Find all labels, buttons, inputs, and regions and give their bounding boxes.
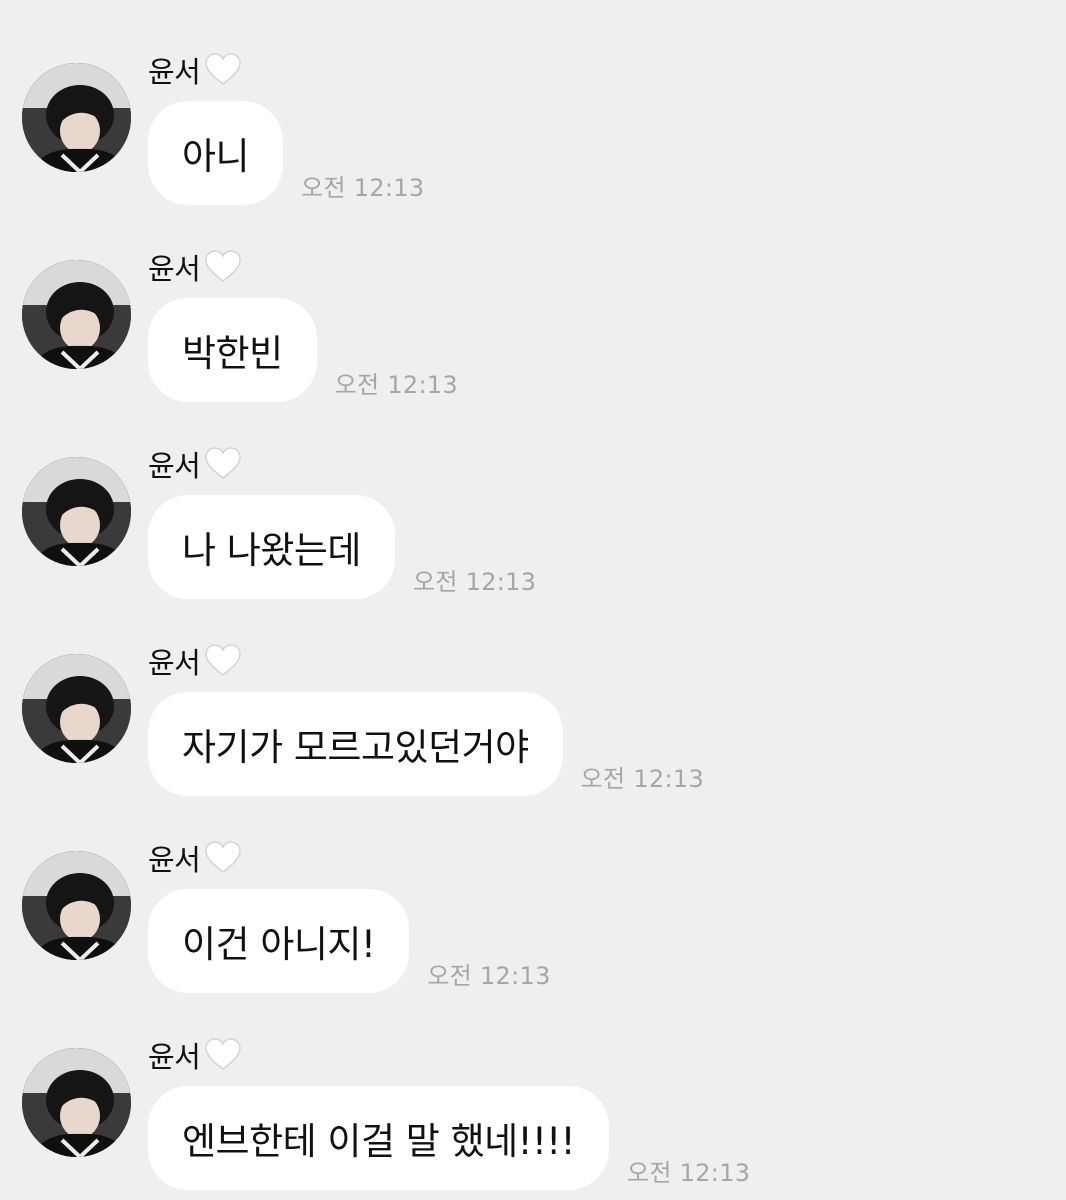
message-bubble-row: 아니 오전 12:13 [148,101,424,205]
avatar-photo-icon [22,457,131,566]
message-bubble[interactable]: 박한빈 [148,298,317,402]
message-bubble-row: 자기가 모르고있던거야 오전 12:13 [148,692,704,796]
message-bubble[interactable]: 나 나왔는데 [148,495,395,599]
sender-name: 윤서 [148,55,201,89]
sender-avatar[interactable] [22,654,131,763]
message-bubble[interactable]: 이건 아니지! [148,889,410,993]
sender-avatar[interactable] [22,457,131,566]
message-bubble-row: 엔브한테 이걸 말 했네!!!! 오전 12:13 [148,1086,750,1190]
white-heart-icon [204,1037,242,1073]
message-row: 윤서 박한빈 오전 12:13 [0,197,1066,402]
avatar-photo-icon [22,63,131,172]
white-heart-icon [204,249,242,285]
sender-name-row: 윤서 [148,50,242,90]
message-row: 윤서 엔브한테 이걸 말 했네!!!! 오전 12:13 [0,985,1066,1190]
sender-name: 윤서 [148,1040,201,1074]
message-bubble-row: 나 나왔는데 오전 12:13 [148,495,536,599]
sender-name: 윤서 [148,646,201,680]
message-timestamp: 오전 12:13 [626,1159,751,1187]
message-row: 윤서 이건 아니지! 오전 12:13 [0,788,1066,993]
message-bubble[interactable]: 아니 [148,101,284,205]
sender-name: 윤서 [148,252,201,286]
sender-name: 윤서 [148,449,201,483]
chat-message-list: 윤서 아니 오전 12:13 윤서 박한빈 오전 12:13 윤서 나 나왔는데… [0,0,1066,1200]
sender-name-row: 윤서 [148,1035,242,1075]
avatar-photo-icon [22,260,131,369]
white-heart-icon [204,840,242,876]
sender-name-row: 윤서 [148,641,242,681]
white-heart-icon [204,643,242,679]
message-bubble[interactable]: 자기가 모르고있던거야 [148,692,563,796]
message-row: 윤서 아니 오전 12:13 [0,0,1066,205]
avatar-photo-icon [22,851,131,960]
message-row: 윤서 나 나왔는데 오전 12:13 [0,394,1066,599]
sender-avatar[interactable] [22,63,131,172]
avatar-photo-icon [22,654,131,763]
sender-avatar[interactable] [22,1048,131,1157]
sender-name: 윤서 [148,843,201,877]
sender-name-row: 윤서 [148,444,242,484]
message-row: 윤서 자기가 모르고있던거야 오전 12:13 [0,591,1066,796]
white-heart-icon [204,52,242,88]
message-bubble-row: 박한빈 오전 12:13 [148,298,458,402]
sender-name-row: 윤서 [148,247,242,287]
message-bubble-row: 이건 아니지! 오전 12:13 [148,889,551,993]
white-heart-icon [204,446,242,482]
sender-avatar[interactable] [22,851,131,960]
sender-avatar[interactable] [22,260,131,369]
message-bubble[interactable]: 엔브한테 이걸 말 했네!!!! [148,1086,609,1190]
avatar-photo-icon [22,1048,131,1157]
sender-name-row: 윤서 [148,838,242,878]
